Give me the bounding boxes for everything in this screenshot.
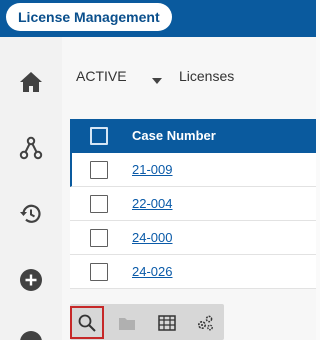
side-nav — [0, 37, 62, 340]
table-row[interactable]: 24-026 — [70, 255, 316, 289]
workflow-icon[interactable] — [16, 133, 46, 163]
chevron-down-icon[interactable] — [149, 74, 165, 88]
status-filter[interactable]: ACTIVE — [76, 68, 127, 84]
app-title[interactable]: License Management — [6, 3, 172, 31]
case-number-link[interactable]: 24-000 — [132, 221, 172, 255]
case-number-link[interactable]: 24-026 — [132, 255, 172, 289]
top-bar: License Management — [0, 0, 316, 37]
case-number-header[interactable]: Case Number — [132, 119, 216, 153]
main-content: ACTIVE Licenses Case Number 21-009 22-00… — [62, 37, 316, 340]
row-checkbox[interactable] — [90, 229, 108, 247]
history-icon[interactable] — [16, 199, 46, 229]
add-circle-icon[interactable] — [16, 265, 46, 295]
row-checkbox[interactable] — [90, 263, 108, 281]
settings-icon[interactable] — [188, 306, 222, 339]
table-icon[interactable] — [150, 306, 184, 339]
table-row[interactable]: 21-009 — [70, 153, 316, 187]
case-table: Case Number 21-009 22-004 24-000 24-026 — [70, 119, 316, 289]
select-all-checkbox[interactable] — [90, 127, 108, 145]
table-header: Case Number — [70, 119, 316, 153]
case-number-link[interactable]: 21-009 — [132, 153, 172, 187]
home-icon[interactable] — [16, 67, 46, 97]
folder-icon[interactable] — [110, 306, 144, 339]
table-row[interactable]: 24-000 — [70, 221, 316, 255]
bottom-toolbar — [70, 304, 224, 340]
search-icon[interactable] — [70, 306, 104, 339]
table-row[interactable]: 22-004 — [70, 187, 316, 221]
more-circle-icon[interactable] — [16, 327, 46, 340]
row-checkbox[interactable] — [90, 161, 108, 179]
type-filter[interactable]: Licenses — [179, 68, 234, 84]
case-number-link[interactable]: 22-004 — [132, 187, 172, 221]
row-checkbox[interactable] — [90, 195, 108, 213]
